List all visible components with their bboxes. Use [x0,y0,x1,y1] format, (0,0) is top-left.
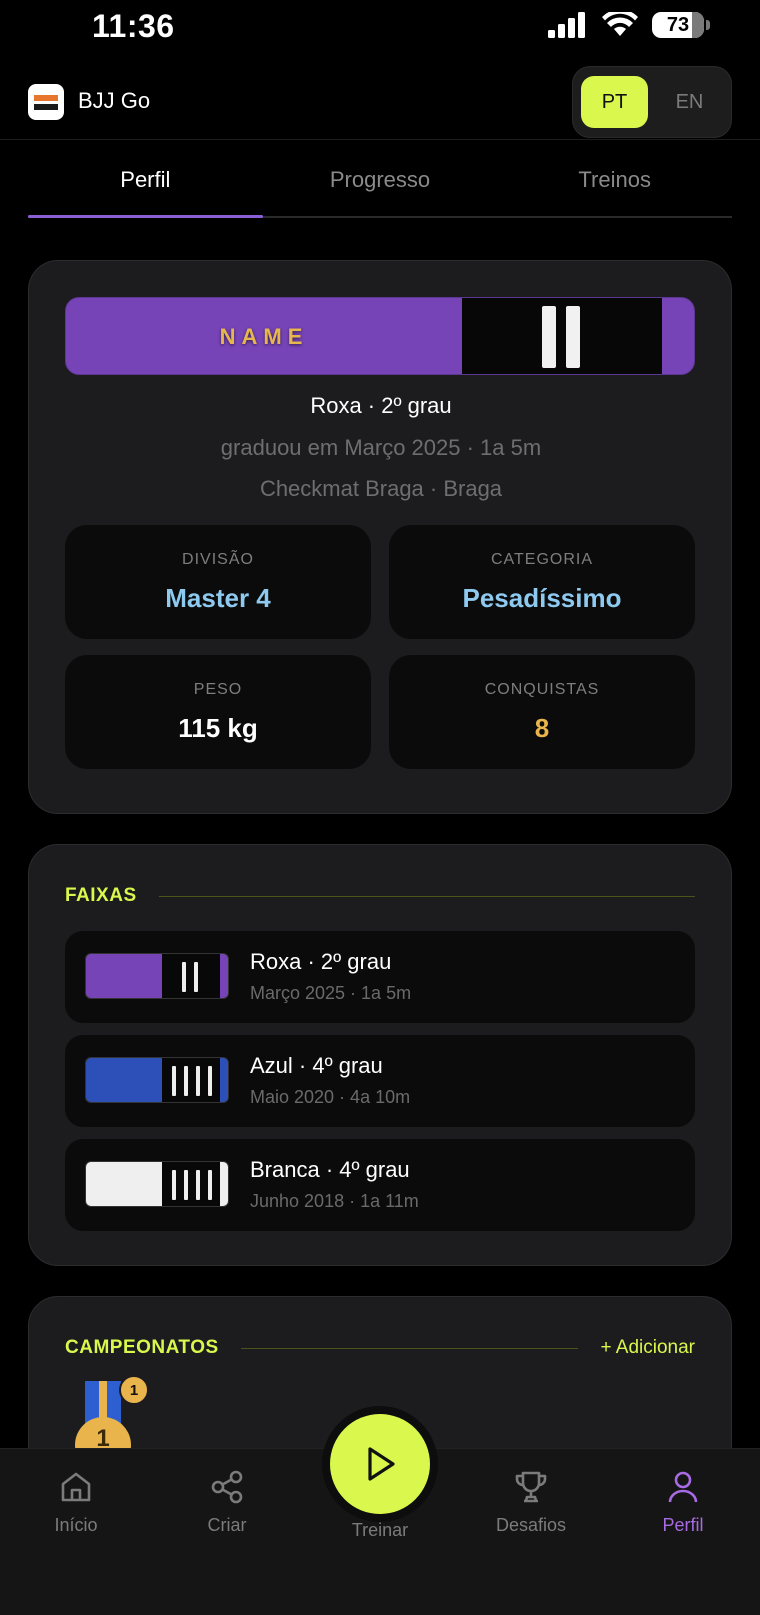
nav-home-label: Início [54,1515,98,1535]
share-icon [211,1470,243,1504]
stat-label: DIVISÃO [182,551,254,568]
signal-icon [548,12,585,38]
athlete-name: NAME [219,324,309,349]
battery-icon: 73 [652,12,710,38]
belt-stripe [542,306,556,368]
home-icon [61,1472,91,1502]
stat-value: Master 4 [165,583,271,613]
belt-history-item[interactable]: Azul · 4º grau Maio 2020 · 4a 10m [65,1035,695,1127]
stat-category: CATEGORIA Pesadíssimo [389,525,695,639]
status-time: 11:36 [92,8,175,44]
lang-en-button[interactable]: EN [656,76,723,128]
tab-progresso[interactable]: Progresso [263,150,498,216]
stat-division: DIVISÃO Master 4 [65,525,371,639]
language-toggle: PT EN [572,66,732,138]
academy-name: Checkmat Braga · Braga [259,476,503,501]
stat-value: 115 kg [178,713,258,743]
tab-bar: Perfil Progresso Treinos [28,150,732,218]
belt-history-title: Roxa · 2º grau [250,949,392,974]
train-button-ring [322,1406,438,1522]
stat-weight: PESO 115 kg [65,655,371,769]
stat-label: CATEGORIA [490,551,594,568]
stat-label: PESO [193,681,243,698]
train-label: Treinar [351,1520,409,1540]
nav-challenges-label: Desafios [495,1515,567,1535]
belt-history-title: Azul · 4º grau [250,1053,383,1078]
user-icon [668,1471,698,1503]
belt-icon-blue [85,1057,229,1103]
add-championship-button[interactable]: + Adicionar [600,1337,695,1359]
belt-icon-white [85,1161,229,1207]
nav-profile-label: Perfil [662,1515,704,1535]
tab-treinos[interactable]: Treinos [497,150,732,216]
belt-history-date: Junho 2018 · 1a 11m [250,1191,419,1211]
train-button[interactable] [330,1414,430,1514]
stat-value: 8 [534,713,550,743]
status-icons: 73 [548,12,710,38]
nav-home[interactable]: Início [16,1469,136,1536]
app-logo-icon [28,84,64,120]
trophy-icon [515,1471,547,1503]
divider [158,895,695,897]
play-icon [368,1447,395,1481]
nav-challenges[interactable]: Desafios [471,1469,591,1536]
belt-stripe [566,306,580,368]
belts-title: FAIXAS [65,885,137,906]
lang-pt-button[interactable]: PT [581,76,648,128]
championships-header: CAMPEONATOS + Adicionar [65,1333,695,1363]
status-bar: 11:36 73 [0,0,760,52]
profile-card: NAME Roxa · 2º grau graduou em Março 202… [28,260,732,814]
tab-perfil[interactable]: Perfil [28,150,263,218]
medal-count-badge: 1 [119,1375,149,1405]
championships-title: CAMPEONATOS [65,1337,219,1358]
nav-create-label: Criar [207,1515,247,1535]
belt-history-item[interactable]: Branca · 4º grau Junho 2018 · 1a 11m [65,1139,695,1231]
belt-history-title: Branca · 4º grau [250,1157,410,1182]
stat-value: Pesadíssimo [462,583,622,613]
graduation-date: graduou em Março 2025 · 1a 5m [220,435,542,460]
belts-card: FAIXAS Roxa · 2º grau Março 2025 · 1a 5m… [28,844,732,1266]
stat-label: CONQUISTAS [484,681,600,698]
app-title: BJJ Go [78,88,151,113]
battery-level: 73 [666,13,690,36]
app-header: BJJ Go PT EN [0,62,760,140]
stat-achievements[interactable]: CONQUISTAS 8 [389,655,695,769]
divider [240,1347,579,1349]
belt-icon-purple [85,953,229,999]
wifi-icon [602,12,638,36]
belt-history-date: Maio 2020 · 4a 10m [250,1087,411,1107]
belts-header: FAIXAS [65,881,695,911]
belt-history-item[interactable]: Roxa · 2º grau Março 2025 · 1a 5m [65,931,695,1023]
belt-tip [462,298,662,374]
nav-profile[interactable]: Perfil [623,1469,743,1536]
belt-banner: NAME [65,297,695,375]
belt-history-date: Março 2025 · 1a 5m [250,983,412,1003]
belt-title: Roxa · 2º grau [310,393,452,418]
nav-create[interactable]: Criar [167,1469,287,1536]
